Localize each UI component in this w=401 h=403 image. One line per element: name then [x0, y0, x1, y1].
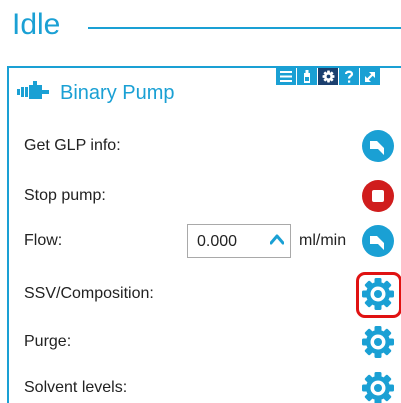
- stop-pump-button[interactable]: [361, 179, 395, 213]
- panel-title: Binary Pump: [60, 82, 175, 104]
- purge-settings-button[interactable]: [361, 325, 395, 359]
- solvent-levels-settings-button[interactable]: [361, 371, 395, 403]
- gear-icon: [322, 70, 334, 83]
- row-purge: Purge:: [24, 325, 394, 359]
- get-glp-info-button[interactable]: [361, 129, 395, 163]
- flow-input[interactable]: 0.000: [187, 224, 291, 258]
- flow-label: Flow:: [24, 232, 63, 249]
- status-title: Idle: [12, 8, 61, 41]
- row-flow: Flow: 0.000 ml/min: [24, 224, 394, 258]
- pump-status-screen: Idle Binary Pump Get GLP info: Stop pump…: [0, 0, 401, 403]
- expand-icon: [365, 71, 375, 82]
- chevron-up-icon[interactable]: [270, 233, 284, 245]
- glp-info-label: Get GLP info:: [24, 137, 121, 154]
- list-icon: [280, 71, 292, 82]
- solvent-bottle-button[interactable]: [297, 68, 317, 85]
- status-divider: [88, 27, 401, 29]
- ssv-composition-label: SSV/Composition:: [24, 285, 154, 302]
- pump-icon: [17, 81, 49, 99]
- stop-icon: [372, 190, 384, 202]
- list-button[interactable]: [276, 68, 296, 85]
- bottle-icon: [304, 70, 310, 83]
- purge-label: Purge:: [24, 333, 72, 350]
- row-ssv-composition: SSV/Composition:: [24, 272, 401, 318]
- stop-pump-label: Stop pump:: [24, 187, 106, 204]
- binary-pump-panel: Binary Pump Get GLP info: Stop pump: Flo…: [7, 66, 401, 403]
- expand-button[interactable]: [360, 68, 380, 85]
- panel-toolbar: [276, 68, 380, 85]
- apply-flow-button[interactable]: [361, 224, 395, 258]
- solvent-levels-label: Solvent levels:: [24, 379, 128, 396]
- row-glp-info: Get GLP info:: [24, 129, 394, 163]
- help-icon: [344, 70, 354, 83]
- flow-value: 0.000: [197, 233, 238, 250]
- help-button[interactable]: [339, 68, 359, 85]
- settings-button[interactable]: [318, 68, 338, 85]
- row-solvent-levels: Solvent levels:: [24, 371, 394, 403]
- flow-unit: ml/min: [299, 232, 347, 249]
- ssv-composition-settings-button[interactable]: [361, 277, 395, 311]
- row-stop-pump: Stop pump:: [24, 179, 394, 213]
